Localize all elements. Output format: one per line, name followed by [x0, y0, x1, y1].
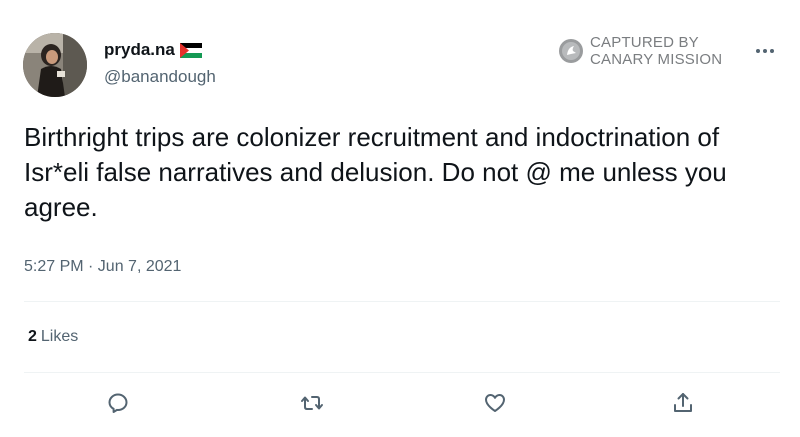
- user-handle[interactable]: @banandough: [104, 67, 216, 87]
- tweet-card: pryda.na @banandough CAPTURED BY CANARY …: [0, 0, 800, 437]
- canary-mission-logo-icon: [559, 39, 583, 63]
- tweet-text: Birthright trips are colonizer recruitme…: [24, 122, 727, 222]
- divider: [24, 372, 780, 373]
- reply-icon: [108, 393, 128, 413]
- like-button[interactable]: [482, 390, 508, 416]
- display-name-text: pryda.na: [104, 40, 175, 59]
- likes-count: 2: [28, 328, 37, 345]
- likes-stat[interactable]: 2 Likes: [28, 328, 78, 346]
- more-options-icon[interactable]: [754, 44, 776, 58]
- share-button[interactable]: [670, 390, 696, 416]
- display-name[interactable]: pryda.na: [104, 40, 202, 60]
- watermark-line-1: CAPTURED BY: [590, 34, 699, 51]
- share-icon: [674, 393, 692, 412]
- retweet-icon: [301, 396, 323, 410]
- retweet-button[interactable]: [299, 390, 325, 416]
- tweet-timestamp[interactable]: 5:27 PM · Jun 7, 2021: [24, 258, 181, 276]
- avatar[interactable]: [23, 33, 87, 97]
- divider: [24, 301, 780, 302]
- heart-icon: [485, 394, 505, 412]
- reply-button[interactable]: [105, 390, 131, 416]
- captured-by-watermark: CAPTURED BY CANARY MISSION: [558, 34, 722, 68]
- palestine-flag-icon: [179, 42, 202, 58]
- watermark-line-2: CANARY MISSION: [590, 51, 723, 68]
- likes-label: Likes: [40, 328, 79, 345]
